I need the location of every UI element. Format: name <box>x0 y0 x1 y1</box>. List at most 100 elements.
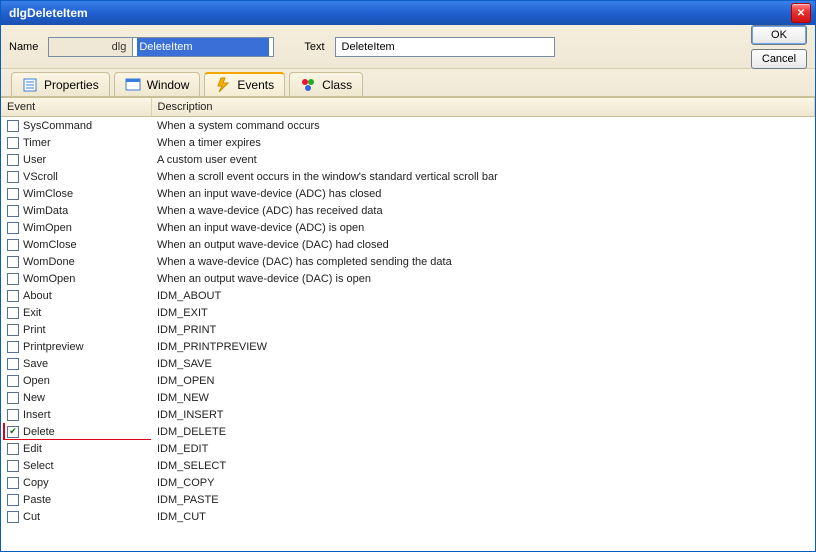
col-event[interactable]: Event <box>1 98 151 117</box>
table-row[interactable]: CopyIDM_COPY <box>1 474 815 491</box>
cell-event: Timer <box>1 134 151 151</box>
cell-event: WimClose <box>1 185 151 202</box>
cell-description: IDM_SELECT <box>151 457 815 474</box>
event-checkbox[interactable] <box>7 341 19 353</box>
table-row[interactable]: DeleteIDM_DELETE <box>1 423 815 440</box>
event-checkbox[interactable] <box>7 477 19 489</box>
table-row[interactable]: WomOpenWhen an output wave-device (DAC) … <box>1 270 815 287</box>
cell-event: WimOpen <box>1 219 151 236</box>
table-row[interactable]: PrintIDM_PRINT <box>1 321 815 338</box>
event-name: Timer <box>23 137 51 149</box>
cell-description: When an output wave-device (DAC) is open <box>151 270 815 287</box>
event-checkbox[interactable] <box>7 290 19 302</box>
events-table-scroll[interactable]: Event Description SysCommandWhen a syste… <box>1 98 815 551</box>
event-checkbox[interactable] <box>7 273 19 285</box>
text-label: Text <box>304 41 324 53</box>
cell-description: IDM_EXIT <box>151 304 815 321</box>
text-input[interactable]: DeleteItem <box>335 37 555 57</box>
table-row[interactable]: EditIDM_EDIT <box>1 440 815 457</box>
table-row[interactable]: Exit IDM_EXIT <box>1 304 815 321</box>
table-wrap: Event Description SysCommandWhen a syste… <box>1 97 815 551</box>
event-checkbox[interactable] <box>7 205 19 217</box>
tab-events-label: Events <box>237 78 274 92</box>
cell-description: IDM_DELETE <box>151 423 815 440</box>
cell-description: When an output wave-device (DAC) had clo… <box>151 236 815 253</box>
event-checkbox[interactable] <box>7 460 19 472</box>
event-name: Paste <box>23 494 51 506</box>
col-description[interactable]: Description <box>151 98 815 117</box>
event-checkbox[interactable] <box>7 239 19 251</box>
event-checkbox[interactable] <box>7 494 19 506</box>
tab-properties[interactable]: Properties <box>11 72 110 96</box>
cell-event: Printpreview <box>1 338 151 355</box>
cell-description: A custom user event <box>151 151 815 168</box>
table-row[interactable]: PasteIDM_PASTE <box>1 491 815 508</box>
event-name: User <box>23 154 46 166</box>
event-name: Open <box>23 375 50 387</box>
cell-description: IDM_CUT <box>151 508 815 525</box>
cell-description: When a wave-device (DAC) has completed s… <box>151 253 815 270</box>
window-title: dlgDeleteItem <box>5 6 791 20</box>
close-button[interactable]: ✕ <box>791 3 811 23</box>
event-checkbox[interactable] <box>7 137 19 149</box>
table-row[interactable]: PrintpreviewIDM_PRINTPREVIEW <box>1 338 815 355</box>
cell-description: IDM_PRINTPREVIEW <box>151 338 815 355</box>
table-row[interactable]: WomCloseWhen an output wave-device (DAC)… <box>1 236 815 253</box>
table-row[interactable]: Timer When a timer expires <box>1 134 815 151</box>
table-row[interactable]: CutIDM_CUT <box>1 508 815 525</box>
event-name: Print <box>23 324 46 336</box>
name-field[interactable]: dlg DeleteItem <box>48 37 274 57</box>
event-checkbox[interactable] <box>7 256 19 268</box>
event-checkbox[interactable] <box>7 222 19 234</box>
table-row[interactable]: SysCommandWhen a system command occurs <box>1 117 815 135</box>
table-row[interactable]: User A custom user event <box>1 151 815 168</box>
table-row[interactable]: VScrollWhen a scroll event occurs in the… <box>1 168 815 185</box>
event-checkbox[interactable] <box>7 426 19 438</box>
table-row[interactable]: NewIDM_NEW <box>1 389 815 406</box>
table-row[interactable]: SelectIDM_SELECT <box>1 457 815 474</box>
cell-event: Print <box>1 321 151 338</box>
cell-description: When a timer expires <box>151 134 815 151</box>
event-name: WimClose <box>23 188 73 200</box>
cell-event: Copy <box>1 474 151 491</box>
name-prefix: dlg <box>49 38 133 56</box>
event-checkbox[interactable] <box>7 120 19 132</box>
event-checkbox[interactable] <box>7 375 19 387</box>
tab-window-label: Window <box>147 78 190 92</box>
cell-event: Cut <box>1 508 151 525</box>
cancel-button[interactable]: Cancel <box>751 49 807 69</box>
event-name: Exit <box>23 307 41 319</box>
cell-event: Select <box>1 457 151 474</box>
table-row[interactable]: WimOpenWhen an input wave-device (ADC) i… <box>1 219 815 236</box>
event-checkbox[interactable] <box>7 358 19 370</box>
event-checkbox[interactable] <box>7 171 19 183</box>
cell-event: User <box>1 151 151 168</box>
cell-description: IDM_INSERT <box>151 406 815 423</box>
table-row[interactable]: SaveIDM_SAVE <box>1 355 815 372</box>
tab-events[interactable]: Events <box>204 72 285 96</box>
cell-event: About <box>1 287 151 304</box>
name-input[interactable]: DeleteItem <box>133 38 273 56</box>
tab-class[interactable]: Class <box>289 72 363 96</box>
table-row[interactable]: AboutIDM_ABOUT <box>1 287 815 304</box>
ok-button[interactable]: OK <box>751 25 807 45</box>
event-checkbox[interactable] <box>7 392 19 404</box>
event-checkbox[interactable] <box>7 188 19 200</box>
table-row[interactable]: InsertIDM_INSERT <box>1 406 815 423</box>
class-icon <box>300 77 316 93</box>
table-row[interactable]: OpenIDM_OPEN <box>1 372 815 389</box>
event-checkbox[interactable] <box>7 154 19 166</box>
event-checkbox[interactable] <box>7 307 19 319</box>
tab-window[interactable]: Window <box>114 72 201 96</box>
cell-event: Paste <box>1 491 151 508</box>
table-row[interactable]: WomDone When a wave-device (DAC) has comp… <box>1 253 815 270</box>
event-checkbox[interactable] <box>7 409 19 421</box>
event-checkbox[interactable] <box>7 443 19 455</box>
cell-event: WomOpen <box>1 270 151 287</box>
event-checkbox[interactable] <box>7 324 19 336</box>
event-name: WomDone <box>23 256 75 268</box>
table-row[interactable]: WimDataWhen a wave-device (ADC) has rece… <box>1 202 815 219</box>
event-name: New <box>23 392 45 404</box>
event-checkbox[interactable] <box>7 511 19 523</box>
table-row[interactable]: WimCloseWhen an input wave-device (ADC) … <box>1 185 815 202</box>
